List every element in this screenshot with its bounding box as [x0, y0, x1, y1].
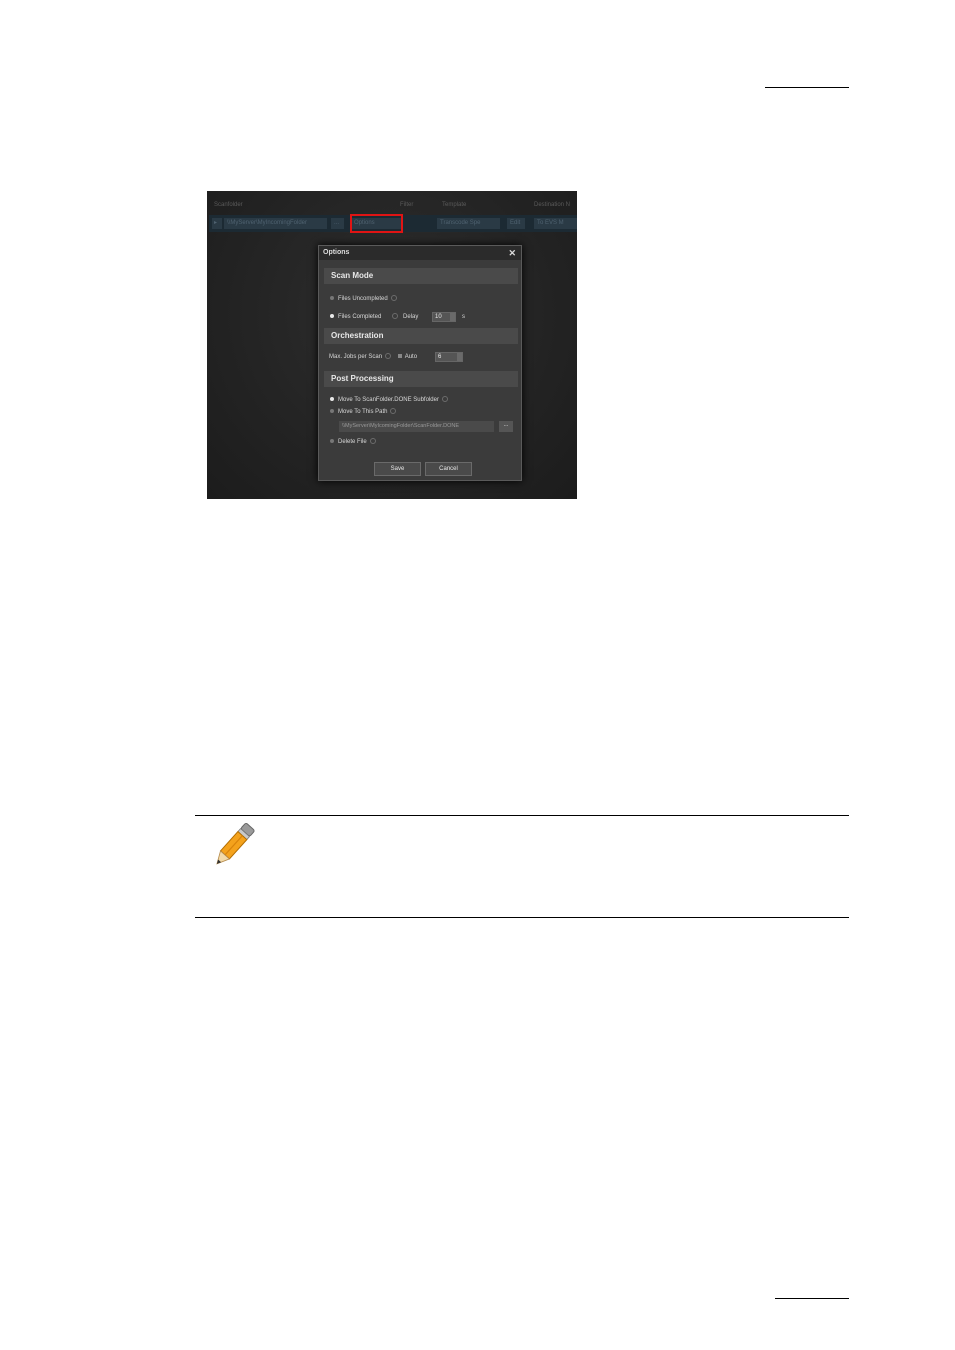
radio-icon[interactable] [330, 439, 334, 444]
max-jobs-row: Max. Jobs per Scan Auto [329, 353, 418, 360]
note-bottom-rule [195, 917, 849, 918]
row-edit-button[interactable]: Edit [507, 218, 525, 229]
save-button[interactable]: Save [374, 462, 421, 476]
row-browse-button[interactable]: ... [331, 218, 344, 229]
delay-stepper[interactable]: 10 [432, 312, 456, 322]
move-done-option[interactable]: Move To ScanFolder.DONE Subfolder [330, 396, 448, 404]
radio-icon[interactable] [330, 409, 334, 414]
close-icon[interactable]: ✕ [508, 246, 516, 260]
delay-unit: s [462, 314, 465, 320]
post-processing-heading: Post Processing [324, 371, 518, 387]
options-dialog-screenshot: Scanfolder Filter Template Destination N… [207, 191, 577, 499]
radio-selected-icon[interactable] [330, 397, 334, 402]
row-toggle-icon[interactable]: ▸ [212, 218, 222, 229]
info-icon [390, 408, 397, 415]
highlight-box [350, 214, 403, 233]
auto-checkbox[interactable] [397, 354, 402, 359]
row-path-field[interactable]: \\MyServer\MyIncomingFolder [224, 218, 327, 229]
column-header-scanfolder: Scanfolder [214, 202, 243, 208]
footer-rule [775, 1298, 849, 1299]
info-icon [369, 438, 376, 445]
stepper-arrows-icon[interactable] [457, 353, 462, 361]
row-template-field[interactable]: Transcode Spe [437, 218, 500, 229]
radio-selected-icon[interactable] [330, 314, 334, 319]
column-header-destination: Destination N [534, 202, 571, 208]
info-icon [390, 295, 397, 302]
info-icon [441, 396, 448, 403]
pencil-icon [216, 822, 255, 865]
path-input[interactable]: \\MyServer\MyIcomingFolder\ScanFolder.DO… [339, 421, 494, 432]
note-top-rule [195, 815, 849, 816]
path-browse-button[interactable]: ... [499, 421, 513, 432]
header-rule [765, 87, 849, 88]
move-path-option[interactable]: Move To This Path [330, 408, 397, 416]
delete-file-option[interactable]: Delete File [330, 438, 376, 446]
column-header-template: Template [442, 202, 467, 208]
stepper-arrows-icon[interactable] [450, 313, 455, 321]
info-icon [392, 313, 399, 320]
options-dialog: Options ✕ Scan Mode Files Uncompleted Fi… [318, 245, 522, 481]
cancel-button[interactable]: Cancel [425, 462, 472, 476]
row-destination-field[interactable]: To EVS M [534, 218, 577, 229]
files-uncompleted-option[interactable]: Files Uncompleted [330, 295, 397, 303]
files-completed-option[interactable]: Files Completed Delay [330, 313, 418, 321]
radio-icon[interactable] [330, 296, 334, 301]
scan-mode-heading: Scan Mode [324, 268, 518, 284]
dialog-title: Options [319, 246, 521, 260]
orchestration-heading: Orchestration [324, 328, 518, 344]
column-header-filter: Filter [400, 202, 414, 208]
max-jobs-stepper[interactable]: 6 [435, 352, 463, 362]
info-icon [385, 353, 392, 360]
